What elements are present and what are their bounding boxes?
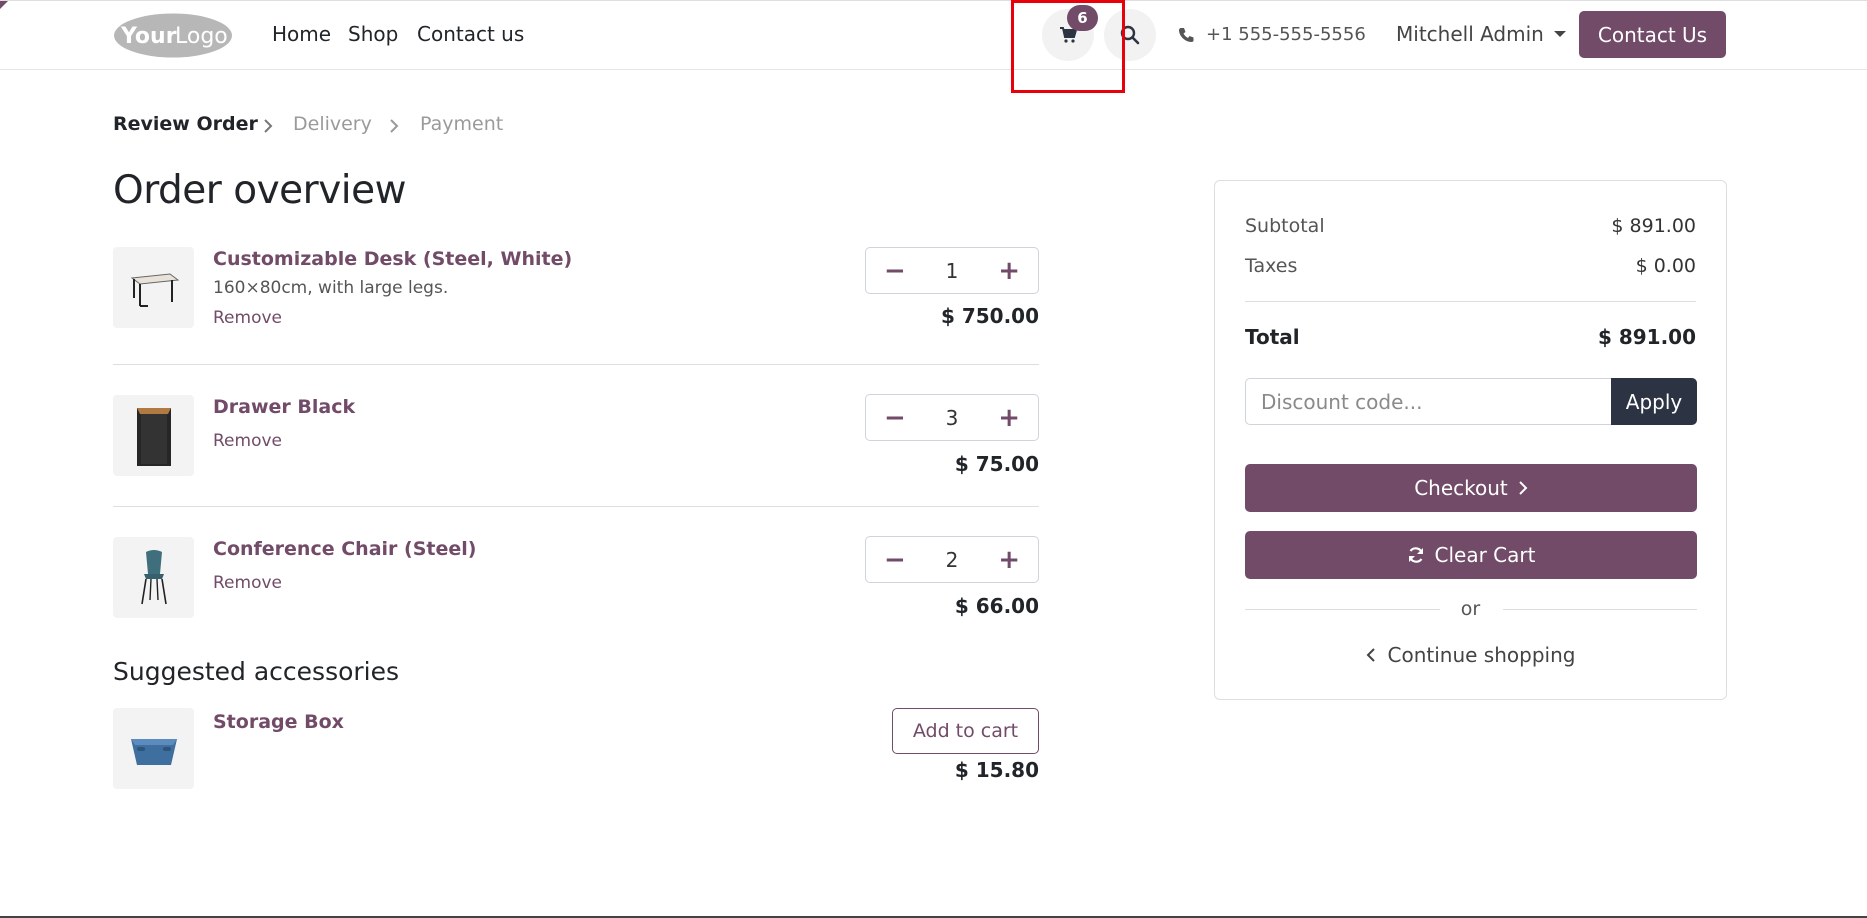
apply-discount-button[interactable]: Apply [1611, 378, 1697, 425]
remove-link[interactable]: Remove [213, 308, 282, 328]
phone-number: +1 555-555-5556 [1206, 24, 1366, 45]
corner-accent [0, 1, 8, 9]
chevron-right-icon [264, 119, 273, 133]
contact-us-button[interactable]: Contact Us [1579, 11, 1726, 58]
item-divider [113, 364, 1039, 365]
minus-button[interactable]: − [884, 258, 906, 284]
discount-code-input[interactable] [1245, 378, 1611, 425]
chevron-right-icon [1519, 481, 1528, 495]
taxes-row: Taxes $ 0.00 [1245, 255, 1696, 277]
chevron-down-icon [1553, 31, 1566, 37]
continue-shopping-link[interactable]: Continue shopping [1215, 643, 1726, 667]
minus-button[interactable]: − [884, 405, 906, 431]
quantity-stepper: − 2 + [865, 536, 1039, 583]
chevron-left-icon [1366, 648, 1375, 662]
quantity-value[interactable]: 1 [946, 259, 959, 283]
clear-cart-button[interactable]: Clear Cart [1245, 531, 1697, 579]
product-image-storage-box[interactable] [113, 708, 194, 789]
product-name[interactable]: Storage Box [213, 711, 344, 733]
quantity-stepper: − 3 + [865, 394, 1039, 441]
svg-text:Your: Your [120, 24, 177, 49]
user-menu[interactable]: Mitchell Admin [1396, 22, 1566, 46]
product-name[interactable]: Customizable Desk (Steel, White) [213, 248, 572, 270]
cart-highlight-box [1011, 0, 1125, 93]
product-image-drawer[interactable] [113, 395, 194, 476]
product-name[interactable]: Drawer Black [213, 396, 355, 418]
remove-link[interactable]: Remove [213, 573, 282, 593]
nav-shop[interactable]: Shop [348, 22, 398, 46]
site-logo[interactable]: Your Logo [113, 12, 233, 59]
subtotal-label: Subtotal [1245, 215, 1325, 237]
nav-home[interactable]: Home [272, 22, 331, 46]
product-description: 160×80cm, with large legs. [213, 278, 449, 298]
summary-divider [1245, 301, 1696, 302]
svg-text:Logo: Logo [175, 24, 228, 49]
taxes-value: $ 0.00 [1635, 255, 1696, 277]
remove-link[interactable]: Remove [213, 431, 282, 451]
subtotal-value: $ 891.00 [1611, 215, 1696, 237]
product-image-chair[interactable] [113, 537, 194, 618]
phone-icon [1179, 27, 1194, 42]
or-text: or [1460, 598, 1481, 620]
suggested-price: $ 15.80 [954, 758, 1039, 782]
plus-button[interactable]: + [998, 547, 1020, 573]
add-to-cart-button[interactable]: Add to cart [892, 708, 1039, 754]
suggested-accessories-title: Suggested accessories [113, 657, 400, 686]
quantity-value[interactable]: 3 [946, 406, 959, 430]
user-name: Mitchell Admin [1396, 22, 1544, 46]
total-row: Total $ 891.00 [1245, 325, 1696, 349]
product-image-desk[interactable] [113, 247, 194, 328]
step-delivery: Delivery [293, 113, 372, 135]
step-review-order: Review Order [113, 113, 258, 135]
chevron-right-icon [390, 119, 399, 133]
quantity-value[interactable]: 2 [946, 548, 959, 572]
checkout-button[interactable]: Checkout [1245, 464, 1697, 512]
refresh-icon [1408, 547, 1423, 563]
phone-link[interactable]: +1 555-555-5556 [1178, 24, 1366, 45]
site-header: Your Logo Home Shop Contact us 6 +1 555-… [0, 0, 1867, 70]
order-summary: Subtotal $ 891.00 Taxes $ 0.00 Total $ 8… [1214, 180, 1727, 700]
taxes-label: Taxes [1245, 255, 1298, 277]
page-title: Order overview [113, 168, 407, 213]
total-value: $ 891.00 [1597, 325, 1696, 349]
line-price: $ 75.00 [954, 452, 1039, 476]
nav-contact[interactable]: Contact us [417, 22, 524, 46]
plus-button[interactable]: + [998, 258, 1020, 284]
clear-cart-label: Clear Cart [1434, 543, 1536, 567]
product-name[interactable]: Conference Chair (Steel) [213, 538, 476, 560]
step-payment: Payment [420, 113, 504, 135]
continue-shopping-label: Continue shopping [1387, 643, 1576, 667]
item-divider [113, 506, 1039, 507]
total-label: Total [1245, 325, 1300, 349]
quantity-stepper: − 1 + [865, 247, 1039, 294]
checkout-label: Checkout [1414, 476, 1508, 500]
minus-button[interactable]: − [884, 547, 906, 573]
line-price: $ 750.00 [940, 304, 1039, 328]
subtotal-row: Subtotal $ 891.00 [1245, 215, 1696, 237]
plus-button[interactable]: + [998, 405, 1020, 431]
line-price: $ 66.00 [954, 594, 1039, 618]
